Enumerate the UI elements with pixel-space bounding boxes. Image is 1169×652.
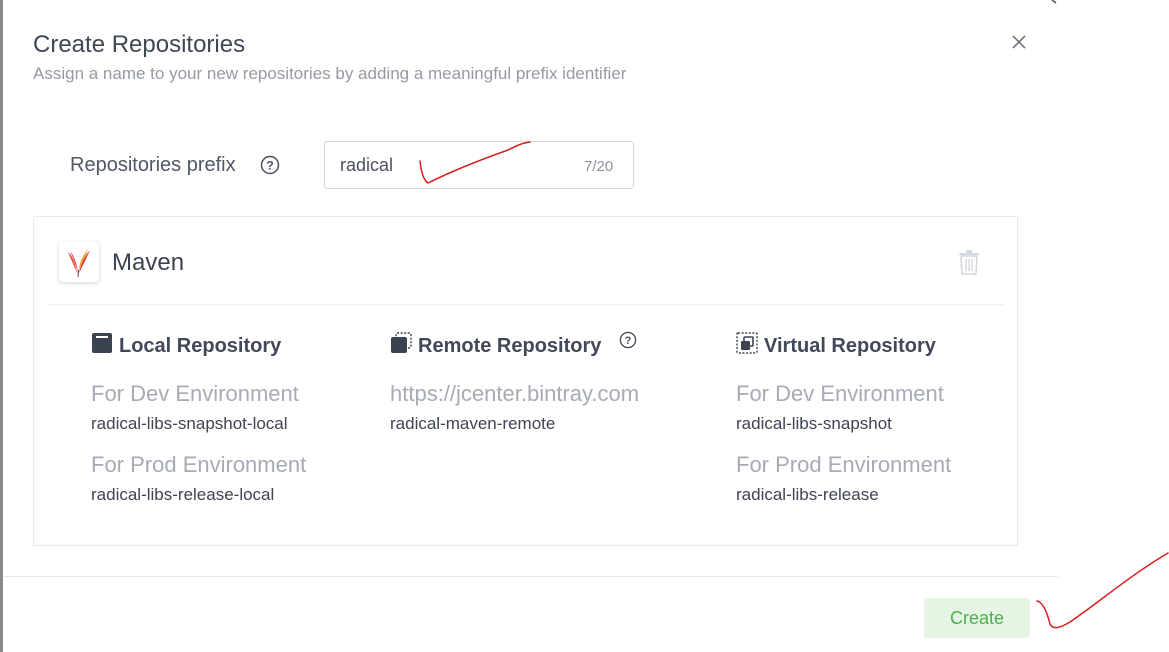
footer-divider — [3, 576, 1058, 577]
help-icon[interactable]: ? — [260, 155, 280, 180]
remote-repo-name: radical-maven-remote — [390, 414, 556, 433]
virtual-repository-title: Virtual Repository — [764, 334, 936, 357]
local-prod-repo-name: radical-libs-release-local — [91, 485, 275, 504]
local-repository-header: Local Repository — [91, 332, 306, 360]
remote-help-icon[interactable]: ? — [619, 331, 637, 355]
local-repository-column: Local Repository For Dev Environment rad… — [91, 332, 306, 505]
corner-mark — [1051, 0, 1057, 4]
create-repositories-dialog: Create Repositories Assign a name to you… — [3, 0, 1058, 652]
remote-repository-title: Remote Repository — [418, 334, 602, 357]
create-button[interactable]: Create — [924, 598, 1030, 638]
local-dev-env-label: For Dev Environment — [91, 381, 299, 406]
close-icon[interactable] — [1009, 31, 1029, 53]
prefix-char-counter: 7/20 — [584, 158, 614, 175]
local-repository-title: Local Repository — [119, 334, 282, 357]
card-divider — [48, 304, 1004, 305]
remote-url: https://jcenter.bintray.com — [390, 381, 640, 406]
remote-repository-header: Remote Repository ? — [390, 331, 639, 360]
dialog-subtitle: Assign a name to your new repositories b… — [33, 64, 627, 83]
apache-feather-icon — [59, 242, 99, 282]
virtual-repository-column: Virtual Repository For Dev Environment r… — [736, 332, 951, 505]
virtual-dev-env-label: For Dev Environment — [736, 381, 944, 406]
remote-repo-icon — [390, 332, 412, 360]
local-prod-env-label: For Prod Environment — [91, 452, 307, 477]
virtual-prod-repo-name: radical-libs-release — [736, 485, 879, 504]
virtual-prod-env-label: For Prod Environment — [736, 452, 952, 477]
package-name: Maven — [112, 249, 185, 276]
svg-text:?: ? — [625, 335, 632, 347]
virtual-repo-icon — [736, 332, 758, 360]
virtual-dev-repo-name: radical-libs-snapshot — [736, 414, 892, 433]
dialog-title: Create Repositories — [33, 31, 246, 58]
prefix-label: Repositories prefix — [70, 154, 236, 176]
local-dev-repo-name: radical-libs-snapshot-local — [91, 414, 288, 433]
svg-text:?: ? — [266, 159, 273, 173]
remote-repository-column: Remote Repository ? https://jcenter.bint… — [390, 331, 640, 434]
package-card: Maven Local Repository For Dev Environme… — [33, 216, 1018, 546]
trash-icon[interactable] — [958, 249, 980, 280]
virtual-repository-header: Virtual Repository — [736, 332, 951, 360]
local-repo-icon — [91, 332, 113, 360]
